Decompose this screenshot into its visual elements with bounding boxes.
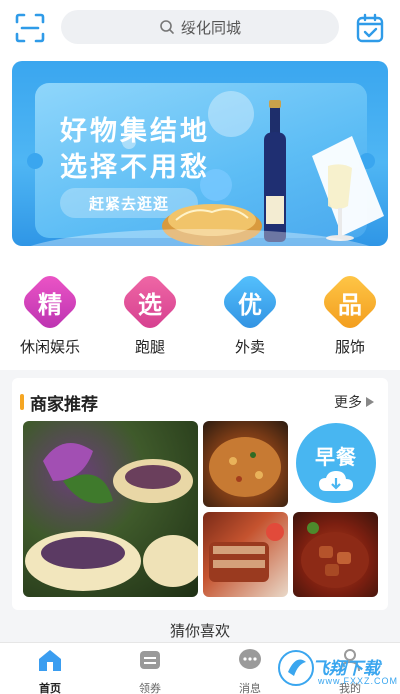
category-leisure-glyph: 精: [38, 291, 62, 319]
category-errand-glyph: 选: [138, 291, 162, 319]
merchant-section-title: 商家推荐: [30, 395, 98, 414]
calendar-check-icon[interactable]: [354, 12, 386, 44]
tab-home[interactable]: 首页: [10, 647, 90, 694]
category-takeout-glyph: 优: [238, 291, 262, 319]
tab-coupon[interactable]: 领券: [110, 647, 190, 694]
more-link-label: 更多: [334, 394, 362, 410]
banner-section: 好物集结地 选择不用愁 赶紧去逛逛: [0, 56, 400, 264]
breakfast-badge: 早餐: [296, 423, 376, 503]
merchant-breakfast-tile[interactable]: 早餐: [293, 421, 378, 507]
category-clothing-glyph: 品: [338, 291, 362, 319]
merchant-photo-dessert[interactable]: [23, 421, 198, 597]
category-takeout[interactable]: 优 外卖: [210, 271, 290, 357]
top-bar: 绥化同城: [0, 0, 400, 56]
breakfast-label: 早餐: [315, 447, 357, 469]
category-errand[interactable]: 选 跑腿: [110, 271, 190, 357]
tab-home-label: 首页: [39, 683, 61, 694]
triangle-right-icon: [366, 397, 374, 407]
search-icon: [160, 20, 174, 34]
category-errand-label: 跑腿: [134, 339, 165, 356]
search-bar[interactable]: 绥化同城: [61, 10, 339, 44]
merchant-photo-roast-duck[interactable]: [203, 512, 288, 597]
more-link[interactable]: 更多: [334, 392, 374, 412]
cloud-download-icon: [319, 471, 353, 491]
home-icon: [39, 650, 61, 671]
message-icon: [239, 649, 261, 669]
section-accent-bar: [20, 394, 24, 410]
merchant-photo-fried-rice[interactable]: [203, 421, 288, 507]
scan-icon[interactable]: [14, 12, 46, 44]
banner-product-image: [162, 100, 384, 246]
tab-coupon-label: 领券: [139, 683, 161, 694]
category-clothing[interactable]: 品 服饰: [310, 271, 390, 357]
search-placeholder: 绥化同城: [180, 19, 241, 37]
coupon-icon: [140, 651, 160, 669]
category-leisure[interactable]: 精 休闲娱乐: [10, 271, 90, 357]
category-leisure-label: 休闲娱乐: [19, 339, 80, 356]
category-takeout-label: 外卖: [234, 339, 265, 356]
watermark-url: www.FXXZ.COM: [318, 676, 399, 686]
category-grid: 精 休闲娱乐 选 跑腿 优 外卖 品 服饰: [0, 264, 400, 370]
category-clothing-label: 服饰: [334, 339, 365, 356]
guess-you-like-title: 猜你喜欢: [169, 623, 230, 640]
promo-banner[interactable]: 好物集结地 选择不用愁 赶紧去逛逛: [12, 61, 388, 246]
merchant-photo-braised-pork[interactable]: [293, 512, 378, 597]
merchant-recommend-card: 商家推荐 更多 早餐: [12, 378, 388, 610]
